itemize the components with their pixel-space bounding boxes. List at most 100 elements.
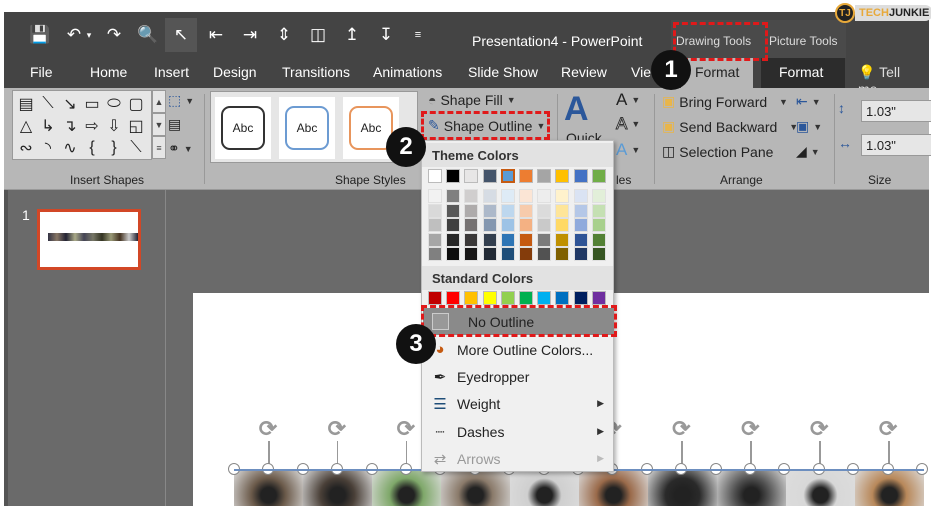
shapes-scroll-down[interactable]: ▼: [152, 113, 166, 136]
dog-photo[interactable]: [234, 470, 303, 506]
theme-color-swatch[interactable]: [464, 169, 479, 183]
theme-shade-swatch[interactable]: [555, 203, 570, 218]
theme-shade-swatch[interactable]: [500, 247, 515, 261]
send-bottom-icon[interactable]: ↧: [372, 18, 400, 52]
theme-shade-swatch[interactable]: [428, 203, 442, 218]
oval-shape-icon[interactable]: ⬭: [103, 93, 125, 115]
undo-dropdown-icon[interactable]: ▾: [82, 18, 96, 52]
theme-shade-swatch[interactable]: [573, 189, 588, 203]
text-box-shape-icon[interactable]: ▤: [15, 93, 37, 115]
print-preview-icon[interactable]: 🔍: [134, 18, 162, 52]
standard-color-swatch[interactable]: [537, 291, 552, 305]
theme-shade-swatch[interactable]: [446, 232, 461, 247]
tab-insert[interactable]: Insert: [154, 64, 189, 80]
shape-fill-button[interactable]: ◓ Shape Fill ▼: [428, 92, 516, 108]
theme-shade-swatch[interactable]: [464, 189, 479, 203]
shape-style-2[interactable]: Abc: [279, 97, 335, 159]
theme-shade-swatch[interactable]: [464, 203, 479, 218]
theme-shade-swatch[interactable]: [573, 247, 588, 261]
align-center-icon[interactable]: ⇕: [270, 18, 298, 52]
theme-color-swatch[interactable]: [537, 169, 552, 183]
right-arrow-shape-icon[interactable]: ⇨: [81, 115, 103, 137]
elbow-arrow-shape-icon[interactable]: ↴: [59, 115, 81, 137]
theme-shade-swatch[interactable]: [482, 218, 497, 232]
select-icon[interactable]: ↖: [165, 18, 197, 52]
theme-shade-swatch[interactable]: [500, 218, 515, 232]
rotate-handle-icon[interactable]: ⟳: [669, 417, 693, 441]
group-icon[interactable]: ▣ ▼: [796, 118, 822, 135]
theme-shade-swatch[interactable]: [446, 247, 461, 261]
theme-shade-swatch[interactable]: [537, 218, 552, 232]
selection-pane-button[interactable]: ◫ Selection Pane: [662, 143, 773, 160]
align-icon[interactable]: ⇤ ▼: [796, 93, 821, 110]
tab-review[interactable]: Review: [561, 64, 607, 80]
theme-shade-swatch[interactable]: [591, 189, 606, 203]
standard-color-swatch[interactable]: [464, 291, 479, 305]
theme-shade-swatch[interactable]: [537, 247, 552, 261]
bring-top-icon[interactable]: ↥: [338, 18, 366, 52]
curve-shape-icon[interactable]: ∿: [59, 137, 81, 159]
theme-shade-swatch[interactable]: [519, 189, 533, 203]
theme-shade-swatch[interactable]: [428, 189, 442, 203]
standard-color-swatch[interactable]: [573, 291, 588, 305]
theme-shade-swatch[interactable]: [537, 203, 552, 218]
dog-photo[interactable]: [441, 470, 510, 506]
theme-shade-swatch[interactable]: [482, 189, 497, 203]
merge-shapes-icon[interactable]: ⚭ ▼: [168, 140, 193, 157]
customize-qat-icon[interactable]: ≡: [404, 18, 432, 52]
text-outline-icon[interactable]: A ▼: [615, 114, 640, 134]
dog-photo[interactable]: [303, 470, 372, 506]
theme-shade-swatch[interactable]: [428, 247, 442, 261]
theme-color-swatch[interactable]: [482, 169, 497, 183]
theme-shade-swatch[interactable]: [555, 189, 570, 203]
theme-color-swatch[interactable]: [573, 169, 588, 183]
standard-color-swatch[interactable]: [555, 291, 570, 305]
theme-shade-swatch[interactable]: [519, 218, 533, 232]
quick-styles-icon[interactable]: A: [564, 90, 589, 129]
theme-shade-swatch[interactable]: [519, 232, 533, 247]
theme-shade-swatch[interactable]: [591, 247, 606, 261]
standard-color-swatch[interactable]: [519, 291, 533, 305]
shapes-gallery-more[interactable]: ≡: [152, 136, 166, 159]
shape-style-1[interactable]: Abc: [215, 97, 271, 159]
edit-shape-icon[interactable]: ⬚ ▼: [168, 92, 194, 109]
theme-shade-swatch[interactable]: [500, 189, 515, 203]
theme-color-swatch[interactable]: [519, 169, 533, 183]
distribute-icon[interactable]: ◫: [304, 18, 332, 52]
slide-thumbnail-1[interactable]: [37, 209, 141, 270]
theme-shade-swatch[interactable]: [555, 232, 570, 247]
rotate-handle-icon[interactable]: ⟳: [325, 417, 349, 441]
more-outline-colors-item[interactable]: ◕ More Outline Colors...: [423, 336, 614, 363]
theme-shade-swatch[interactable]: [500, 232, 515, 247]
rotate-handle-icon[interactable]: ⟳: [807, 417, 831, 441]
elbow-connector-shape-icon[interactable]: ↳: [37, 115, 59, 137]
weight-item[interactable]: ☰ Weight ▶: [423, 390, 614, 417]
align-right-icon[interactable]: ⇥: [236, 18, 264, 52]
theme-shade-swatch[interactable]: [464, 247, 479, 261]
dog-photo[interactable]: [717, 470, 786, 506]
eyedropper-item[interactable]: ✒ Eyedropper: [423, 363, 614, 390]
diagonal-line-shape-icon[interactable]: ⟍: [125, 137, 147, 159]
rounded-rect-shape-icon[interactable]: ▢: [125, 93, 147, 115]
tab-format-picture[interactable]: Format: [761, 58, 845, 88]
rotate-handle-icon[interactable]: ⟳: [876, 417, 900, 441]
theme-shade-swatch[interactable]: [428, 232, 442, 247]
rotate-handle-icon[interactable]: ⟳: [256, 417, 280, 441]
dog-photo[interactable]: [786, 470, 855, 506]
theme-shade-swatch[interactable]: [591, 203, 606, 218]
height-input[interactable]: 1.03": [861, 100, 931, 122]
dog-photo[interactable]: [579, 470, 648, 506]
tab-home[interactable]: Home: [90, 64, 127, 80]
dog-photo[interactable]: [855, 470, 924, 506]
standard-color-swatch[interactable]: [500, 291, 515, 305]
theme-shade-swatch[interactable]: [446, 189, 461, 203]
theme-shade-swatch[interactable]: [464, 232, 479, 247]
tab-format-drawing[interactable]: Format: [681, 58, 754, 88]
dashes-item[interactable]: ┈ Dashes ▶: [423, 418, 614, 445]
dog-photo[interactable]: [510, 470, 579, 506]
text-box-icon[interactable]: ▤: [168, 116, 181, 133]
theme-shade-swatch[interactable]: [482, 247, 497, 261]
theme-shade-swatch[interactable]: [537, 189, 552, 203]
arrows-item[interactable]: ⇄ Arrows ▶: [423, 445, 614, 472]
theme-shade-swatch[interactable]: [500, 203, 515, 218]
